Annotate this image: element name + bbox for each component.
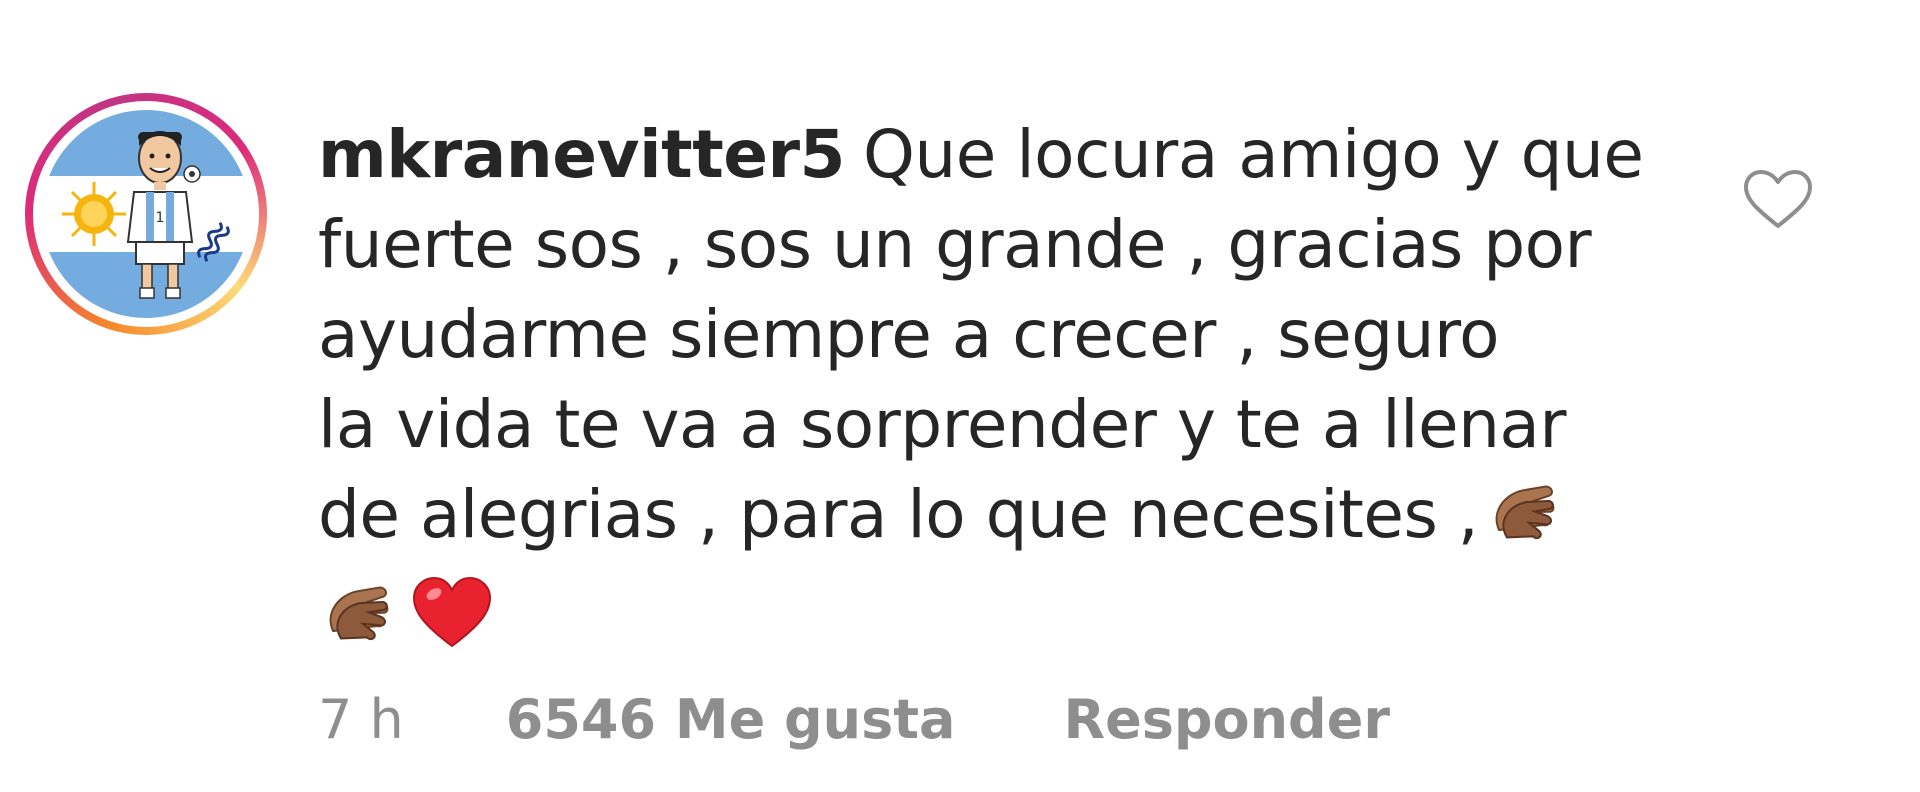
comment-line-5-wrap: de alegrias , para lo que necesites , <box>318 470 1648 574</box>
likes-count-link[interactable]: 6546 Me gusta <box>506 688 956 751</box>
comment-item: 1 mkranevitter5 Que locura amigo y que f… <box>0 0 1920 792</box>
comment-line-3: ayudarme siempre a crecer , seguro <box>318 296 1500 373</box>
username-link[interactable]: mkranevitter5 <box>318 116 845 193</box>
red-heart-icon <box>410 574 494 675</box>
ball-icon <box>183 165 201 183</box>
reply-button[interactable]: Responder <box>1064 688 1390 751</box>
comment-meta: 7 h 6546 Me gusta Responder <box>318 690 1390 750</box>
clapping-hands-icon <box>318 574 402 675</box>
comment-text: mkranevitter5 Que locura amigo y que fuer… <box>318 110 1648 664</box>
avatar-image: 1 <box>42 110 250 318</box>
emoji-row <box>318 574 1648 664</box>
comment-line-2: fuerte sos , sos un grande , gracias por <box>318 206 1592 283</box>
comment-timestamp: 7 h <box>318 688 404 751</box>
heart-outline-icon[interactable] <box>1742 168 1814 232</box>
comment-line-4: la vida te va a sorprender y te a llenar <box>318 386 1567 463</box>
comment-line-1: Que locura amigo y que <box>862 116 1644 193</box>
comment-line-5: de alegrias , para lo que necesites , <box>318 476 1479 553</box>
svg-text:1: 1 <box>156 210 165 226</box>
avatar[interactable]: 1 <box>42 110 250 318</box>
avatar-story-ring[interactable]: 1 <box>25 93 267 335</box>
clapping-hands-icon <box>1484 473 1568 574</box>
